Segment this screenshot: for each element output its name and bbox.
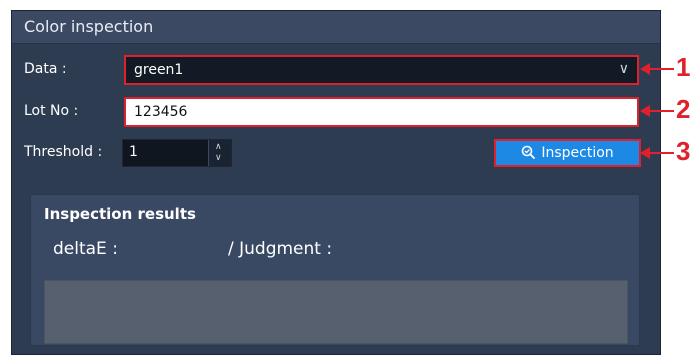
judgment-label: / Judgment : <box>228 239 333 259</box>
stepper-buttons: ∧ ∨ <box>208 140 231 166</box>
data-label: Data : <box>24 61 67 77</box>
threshold-value: 1 <box>129 144 138 160</box>
search-icon <box>521 141 536 165</box>
callout-arrow-1 <box>648 68 674 70</box>
chevron-down-icon: ∨ <box>618 61 629 77</box>
chevron-up-icon[interactable]: ∧ <box>215 143 222 152</box>
lot-number-value: 123456 <box>134 104 188 120</box>
lot-number-input[interactable]: 123456 <box>124 97 639 127</box>
results-output-box <box>44 280 628 344</box>
threshold-label: Threshold : <box>24 144 103 160</box>
threshold-stepper[interactable]: 1 ∧ ∨ <box>122 139 232 167</box>
callout-number-3: 3 <box>676 136 691 166</box>
callout-number-1: 1 <box>676 52 691 82</box>
inspection-button[interactable]: Inspection <box>494 139 641 167</box>
deltae-label: deltaE : <box>53 239 118 259</box>
data-select[interactable]: green1 ∨ <box>124 55 639 85</box>
panel-title: Color inspection <box>24 17 154 36</box>
color-inspection-panel: Color inspection Data : green1 ∨ Lot No … <box>11 10 661 355</box>
callout-arrow-2 <box>648 110 674 112</box>
callout-number-2: 2 <box>676 94 691 124</box>
results-heading: Inspection results <box>44 205 196 223</box>
callout-arrow-3 <box>648 152 674 154</box>
inspection-button-label: Inspection <box>541 145 614 161</box>
panel-titlebar: Color inspection <box>12 11 660 44</box>
lot-label: Lot No : <box>24 103 79 119</box>
data-select-value: green1 <box>134 62 184 78</box>
chevron-down-icon[interactable]: ∨ <box>215 154 222 163</box>
inspection-results-section: Inspection results deltaE : / Judgment : <box>30 194 640 346</box>
